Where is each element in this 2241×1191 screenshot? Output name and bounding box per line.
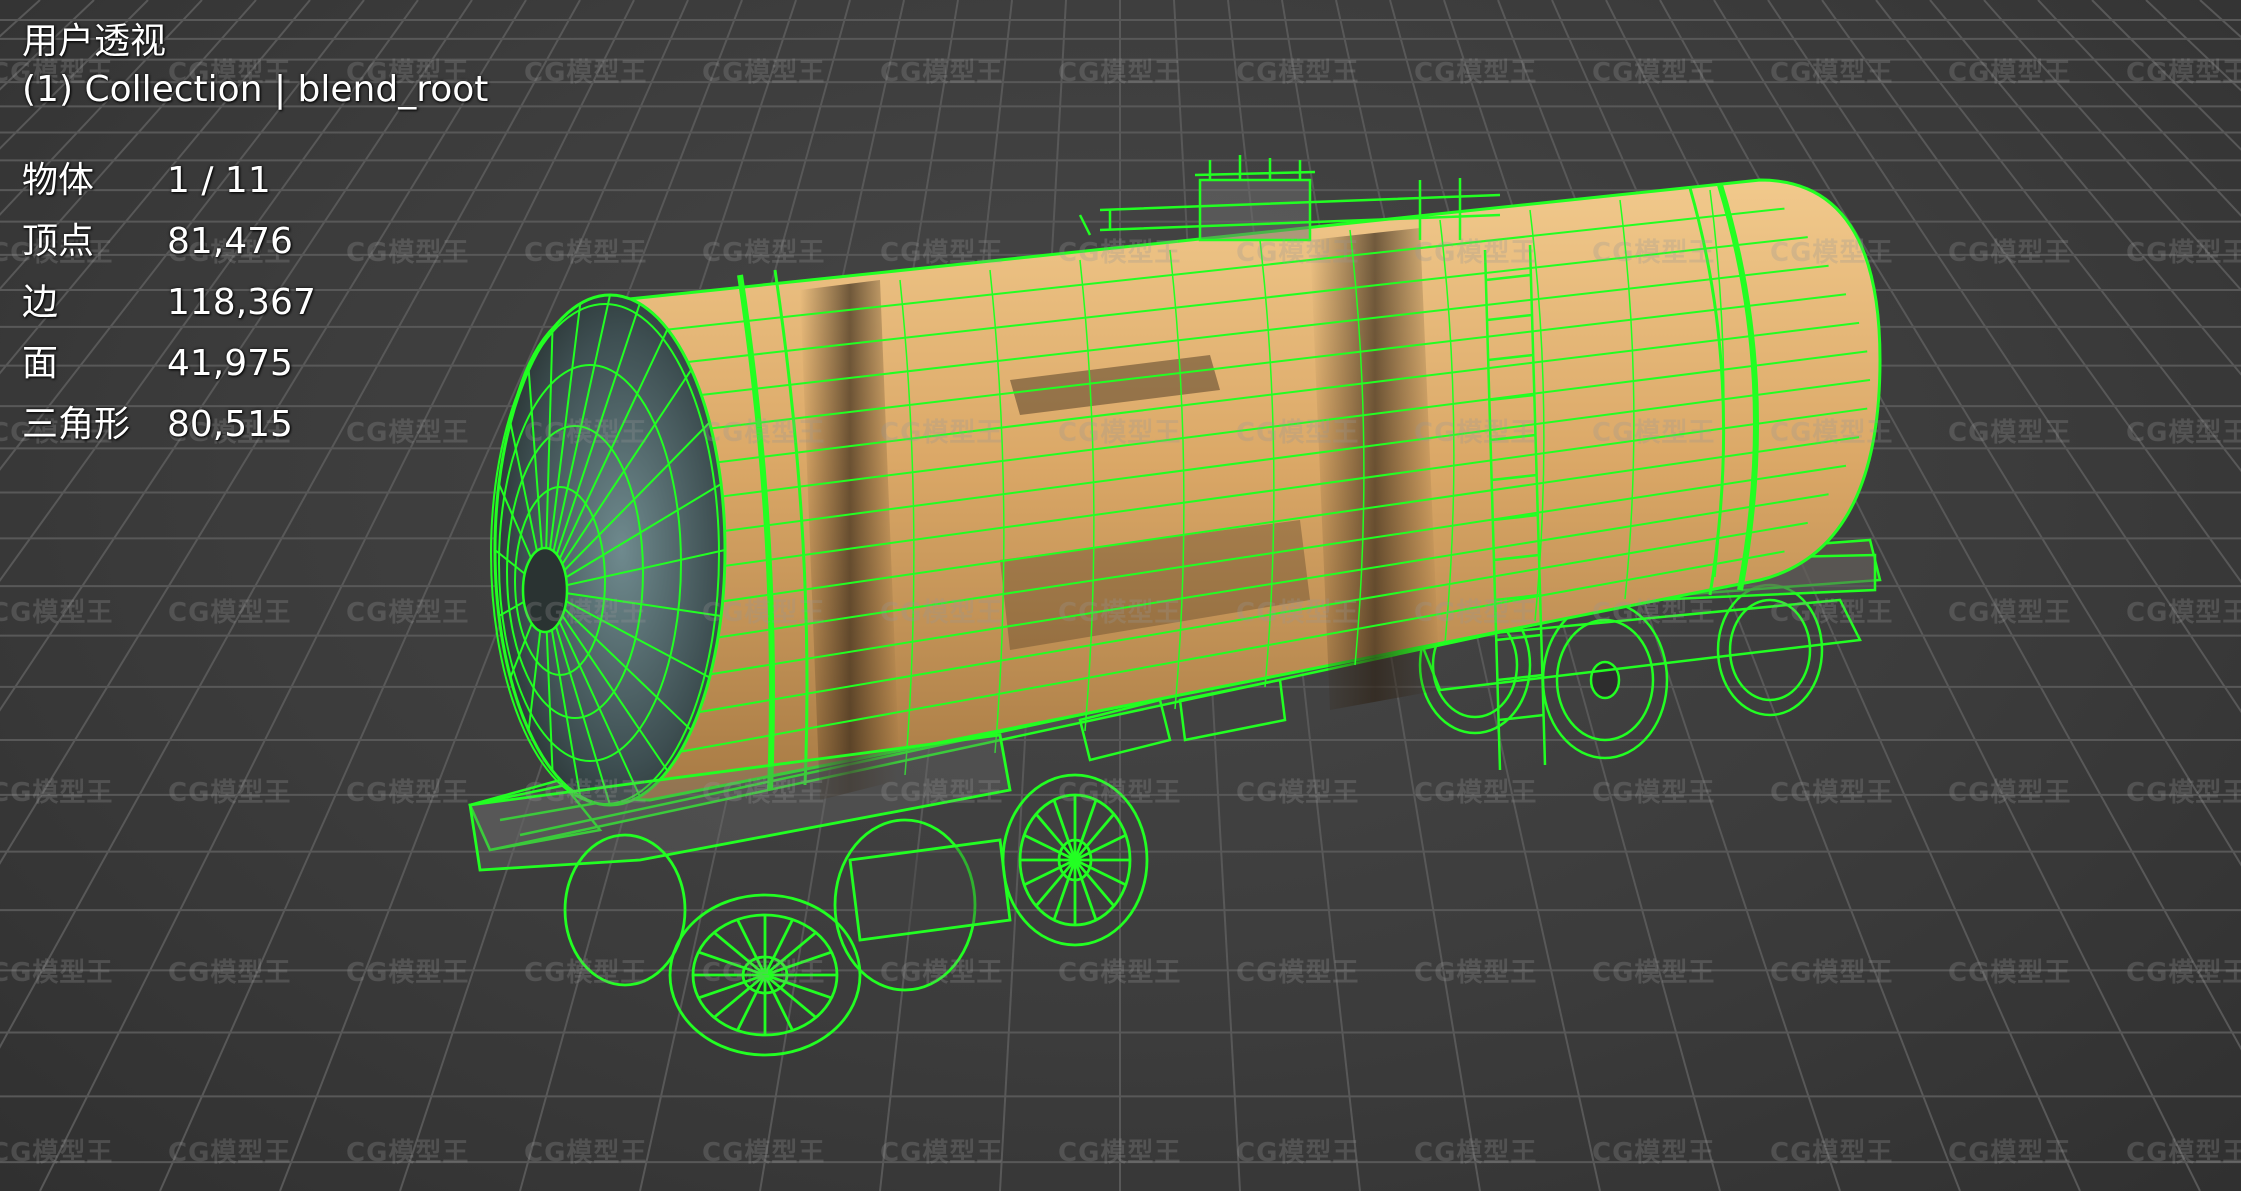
stat-row-vertices: 顶点 81,476 [22, 211, 488, 272]
scene-statistics: 物体 1 / 11 顶点 81,476 边 118,367 面 41,975 三… [22, 150, 488, 455]
stat-label: 面 [22, 343, 59, 384]
stat-label: 物体 [22, 160, 95, 201]
stat-row-triangles: 三角形 80,515 [22, 394, 488, 455]
stat-value: 1 / 11 [167, 160, 271, 201]
stat-label: 顶点 [22, 221, 95, 262]
stat-row-faces: 面 41,975 [22, 333, 488, 394]
stat-value: 118,367 [167, 282, 316, 323]
stat-row-objects: 物体 1 / 11 [22, 150, 488, 211]
3d-viewport[interactable]: CG模型王 CG模型王 CG模型王 CG模型王 CG模型王 CG模型王 CG模型王 CG模型王… [0, 0, 2241, 1191]
stat-value: 81,476 [167, 221, 293, 262]
stat-value: 80,515 [167, 404, 293, 445]
stat-row-edges: 边 118,367 [22, 272, 488, 333]
stat-value: 41,975 [167, 343, 293, 384]
view-name: 用户透视 [22, 21, 167, 62]
stat-label: 三角形 [22, 404, 131, 445]
stat-label: 边 [22, 282, 59, 323]
tank-end-cap [490, 293, 727, 807]
collection-info: (1) Collection | blend_root [22, 69, 489, 110]
viewport-info-overlay: 用户透视 (1) Collection | blend_root 物体 1 / … [22, 18, 488, 455]
